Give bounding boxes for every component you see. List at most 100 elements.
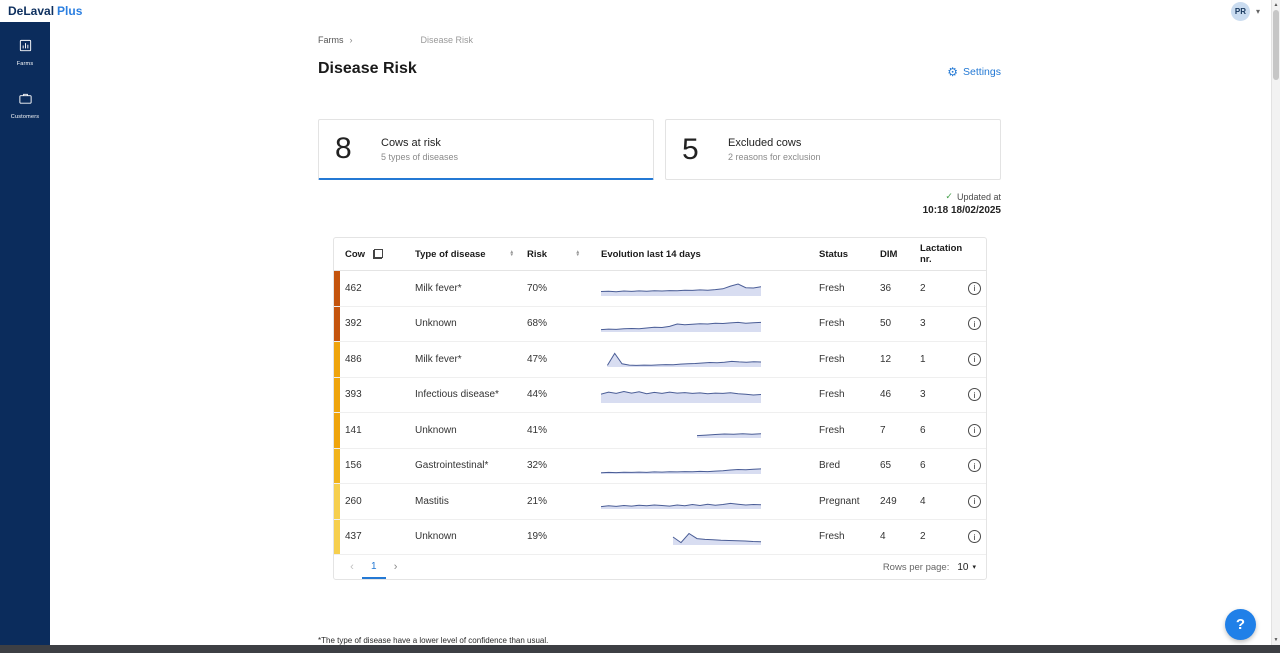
cell-dim: 46 <box>880 389 920 400</box>
cell-lactation: 3 <box>920 389 968 400</box>
sidebar-item-label: Customers <box>11 114 39 120</box>
scrollbar-thumb[interactable] <box>1273 10 1279 80</box>
cell-lactation: 2 <box>920 283 968 294</box>
sparkline <box>593 348 819 370</box>
farms-icon <box>18 38 33 58</box>
table-body: 462 Milk fever* 70% Fresh 36 2 i 392 Unk… <box>334 271 986 555</box>
main-content: Farms › Disease Risk Disease Risk ⚙ Sett… <box>50 22 1271 645</box>
cell-status: Bred <box>819 460 880 471</box>
table-row[interactable]: 141 Unknown 41% Fresh 7 6 i <box>334 413 986 449</box>
rows-per-page-label: Rows per page: <box>883 562 950 573</box>
cell-lactation: 6 <box>920 425 968 436</box>
cell-risk: 44% <box>527 389 593 400</box>
info-icon[interactable]: i <box>968 459 981 472</box>
scroll-up-icon[interactable]: ▲ <box>1272 2 1280 8</box>
cell-lactation: 3 <box>920 318 968 329</box>
info-icon[interactable]: i <box>968 353 981 366</box>
sidebar-item-farms[interactable]: Farms <box>0 34 50 71</box>
cell-cow: 486 <box>340 354 415 365</box>
help-button[interactable]: ? <box>1225 609 1256 640</box>
cell-cow: 392 <box>340 318 415 329</box>
info-icon[interactable]: i <box>968 495 981 508</box>
cell-cow: 462 <box>340 283 415 294</box>
sidebar-item-customers[interactable]: Customers <box>0 87 50 124</box>
card-title: Excluded cows <box>728 137 821 149</box>
info-icon[interactable]: i <box>968 388 981 401</box>
table-header: Cow Type of disease ▴▾ Risk ▴▾ Evolution… <box>334 238 986 271</box>
breadcrumb: Farms › Disease Risk <box>318 35 473 45</box>
user-avatar[interactable]: PR <box>1231 2 1250 21</box>
settings-button[interactable]: ⚙ Settings <box>947 66 1001 78</box>
rows-per-page-select[interactable]: 10 ▾ <box>957 562 976 573</box>
column-header-lactation: Lactation nr. <box>920 243 968 265</box>
pagination: ‹ 1 › Rows per page: 10 ▾ <box>334 555 986 579</box>
card-value: 5 <box>682 133 720 167</box>
cell-disease: Unknown <box>415 425 527 436</box>
sparkline <box>593 277 819 299</box>
delaval-plus-logo[interactable]: DeLaval Plus <box>8 4 82 18</box>
updated-label: Updated at <box>957 192 1001 202</box>
cell-status: Fresh <box>819 283 880 294</box>
card-title: Cows at risk <box>381 137 458 149</box>
excluded-cows-card[interactable]: 5 Excluded cows 2 reasons for exclusion <box>665 119 1001 180</box>
breadcrumb-item-current: Disease Risk <box>421 35 474 45</box>
cell-disease: Unknown <box>415 531 527 542</box>
column-header-risk: Risk <box>527 249 547 260</box>
table-row[interactable]: 392 Unknown 68% Fresh 50 3 i <box>334 307 986 343</box>
customers-icon <box>18 91 33 111</box>
next-page-button[interactable]: › <box>386 555 406 579</box>
cell-risk: 41% <box>527 425 593 436</box>
footnote: *The type of disease have a lower level … <box>318 636 548 645</box>
disease-risk-table: Cow Type of disease ▴▾ Risk ▴▾ Evolution… <box>333 237 987 580</box>
card-value: 8 <box>335 132 373 166</box>
table-row[interactable]: 393 Infectious disease* 44% Fresh 46 3 i <box>334 378 986 414</box>
cell-dim: 36 <box>880 283 920 294</box>
cell-disease: Milk fever* <box>415 283 527 294</box>
sparkline <box>593 313 819 335</box>
info-icon[interactable]: i <box>968 530 981 543</box>
column-header-status: Status <box>819 249 880 260</box>
table-row[interactable]: 437 Unknown 19% Fresh 4 2 i <box>334 520 986 556</box>
sort-icon[interactable]: ▴▾ <box>576 251 579 258</box>
info-icon[interactable]: i <box>968 317 981 330</box>
sparkline <box>593 455 819 477</box>
cell-lactation: 4 <box>920 496 968 507</box>
cell-risk: 19% <box>527 531 593 542</box>
scroll-down-icon[interactable]: ▼ <box>1272 637 1280 643</box>
cell-status: Fresh <box>819 425 880 436</box>
cell-risk: 70% <box>527 283 593 294</box>
vertical-scrollbar[interactable]: ▲ ▼ <box>1271 0 1280 645</box>
table-row[interactable]: 156 Gastrointestinal* 32% Bred 65 6 i <box>334 449 986 485</box>
cell-cow: 156 <box>340 460 415 471</box>
column-header-dim: DIM <box>880 249 920 260</box>
cell-status: Fresh <box>819 389 880 400</box>
cell-disease: Unknown <box>415 318 527 329</box>
bottom-bar <box>0 645 1280 653</box>
chevron-down-icon[interactable]: ▾ <box>1256 7 1260 16</box>
cell-dim: 12 <box>880 354 920 365</box>
cell-cow: 393 <box>340 389 415 400</box>
table-row[interactable]: 462 Milk fever* 70% Fresh 36 2 i <box>334 271 986 307</box>
topbar: DeLaval Plus PR ▾ <box>0 0 1280 22</box>
cell-status: Pregnant <box>819 496 880 507</box>
info-icon[interactable]: i <box>968 424 981 437</box>
page-number[interactable]: 1 <box>362 555 386 579</box>
cell-dim: 4 <box>880 531 920 542</box>
cell-risk: 32% <box>527 460 593 471</box>
info-icon[interactable]: i <box>968 282 981 295</box>
breadcrumb-item-farms[interactable]: Farms <box>318 35 344 45</box>
table-row[interactable]: 486 Milk fever* 47% Fresh 12 1 i <box>334 342 986 378</box>
logo-text-primary: DeLaval <box>8 4 54 18</box>
cell-status: Fresh <box>819 354 880 365</box>
cell-lactation: 1 <box>920 354 968 365</box>
prev-page-button[interactable]: ‹ <box>342 555 362 579</box>
table-row[interactable]: 260 Mastitis 21% Pregnant 249 4 i <box>334 484 986 520</box>
cell-dim: 50 <box>880 318 920 329</box>
cell-cow: 260 <box>340 496 415 507</box>
copy-icon[interactable] <box>373 249 383 259</box>
cows-at-risk-card[interactable]: 8 Cows at risk 5 types of diseases <box>318 119 654 180</box>
sort-icon[interactable]: ▴▾ <box>510 251 513 258</box>
cell-lactation: 2 <box>920 531 968 542</box>
cell-dim: 65 <box>880 460 920 471</box>
cell-dim: 249 <box>880 496 920 507</box>
